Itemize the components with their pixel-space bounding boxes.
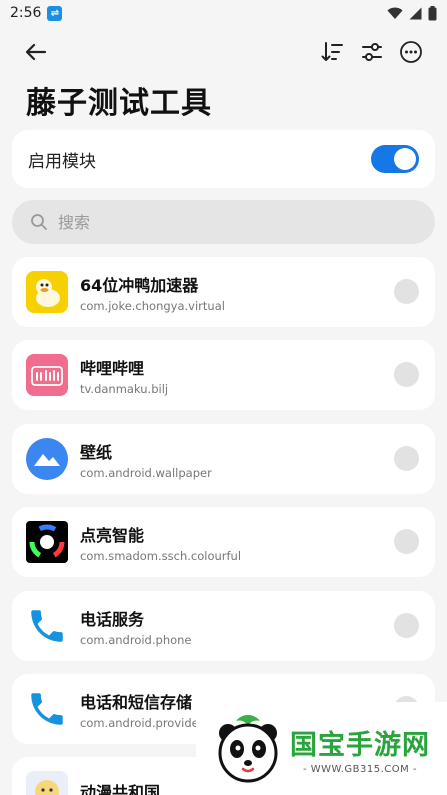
more-options-button[interactable]: [395, 36, 427, 68]
app-checkbox[interactable]: [394, 279, 419, 304]
wifi-icon: [387, 7, 403, 19]
app-text: 64位冲鸭加速器 com.joke.chongya.virtual: [80, 272, 225, 313]
status-bar: 2:56 ⇌: [0, 0, 447, 26]
watermark-text: 国宝手游网 - WWW.GB315.COM -: [290, 723, 430, 775]
watermark-url: - WWW.GB315.COM -: [302, 763, 418, 775]
search-icon: [31, 214, 47, 230]
app-notification-icon: ⇌: [47, 5, 63, 21]
app-list-item[interactable]: 电话服务 com.android.phone: [12, 591, 435, 661]
app-package: com.smadom.ssch.colourful: [80, 548, 242, 563]
app-package: tv.danmaku.bilj: [80, 381, 169, 396]
search-bar[interactable]: [12, 200, 435, 244]
app-text: 壁纸 com.android.wallpaper: [80, 439, 212, 480]
filter-button[interactable]: [356, 36, 388, 68]
app-list-item[interactable]: 壁纸 com.android.wallpaper: [12, 424, 435, 494]
back-arrow-icon: [25, 43, 47, 61]
app-checkbox[interactable]: [394, 613, 419, 638]
app-name: 动漫共和国: [80, 782, 161, 795]
status-right: [387, 5, 437, 21]
panda-logo-icon: [218, 714, 278, 782]
app-name: 壁纸: [80, 442, 113, 462]
phone-icon: [26, 605, 68, 647]
app-checkbox[interactable]: [394, 529, 419, 554]
duck-icon: [26, 271, 68, 313]
back-button[interactable]: [20, 36, 52, 68]
app-name: 点亮智能: [80, 525, 145, 545]
app-text: 动漫共和国: [80, 779, 160, 795]
toggle-knob: [394, 148, 416, 170]
enable-module-toggle[interactable]: [371, 145, 419, 173]
app-name: 哔哩哔哩: [80, 358, 145, 378]
signal-icon: [409, 7, 422, 19]
app-list-item[interactable]: 点亮智能 com.smadom.ssch.colourful: [12, 507, 435, 577]
filter-sliders-icon: [362, 43, 382, 61]
wallpaper-mountain-icon: [26, 438, 68, 480]
app-list-item[interactable]: 哔哩哔哩 tv.danmaku.bilj: [12, 340, 435, 410]
app-text: 点亮智能 com.smadom.ssch.colourful: [80, 522, 241, 563]
anime-icon: [26, 771, 68, 795]
sort-icon: [321, 42, 343, 61]
sort-button[interactable]: [316, 36, 348, 68]
status-time: 2:56: [10, 5, 42, 21]
app-text: 电话服务 com.android.phone: [80, 606, 192, 647]
search-input[interactable]: [58, 212, 378, 232]
battery-icon: [428, 5, 437, 20]
app-checkbox[interactable]: [394, 362, 419, 387]
bilibili-icon: [26, 354, 68, 396]
status-left: 2:56 ⇌: [10, 5, 63, 21]
toolbar: [0, 36, 447, 70]
app-list-item[interactable]: 64位冲鸭加速器 com.joke.chongya.virtual: [12, 257, 435, 327]
app-name: 电话服务: [80, 609, 145, 629]
app-package: com.joke.chongya.virtual: [80, 298, 225, 313]
watermark-brand: 国宝手游网: [290, 729, 430, 761]
app-package: com.android.wallpaper: [80, 465, 212, 480]
app-package: com.android.phone: [80, 632, 192, 647]
page-title: 藤子测试工具: [26, 86, 212, 121]
watermark-overlay: 国宝手游网 - WWW.GB315.COM -: [196, 702, 447, 795]
app-text: 哔哩哔哩 tv.danmaku.bilj: [80, 355, 168, 396]
phone-icon: [26, 688, 68, 730]
app-name: 64位冲鸭加速器: [80, 275, 199, 295]
enable-module-row[interactable]: 启用模块: [12, 130, 435, 188]
enable-module-label: 启用模块: [28, 151, 96, 172]
color-wheel-icon: [26, 521, 68, 563]
more-options-icon: [400, 41, 422, 63]
app-checkbox[interactable]: [394, 446, 419, 471]
